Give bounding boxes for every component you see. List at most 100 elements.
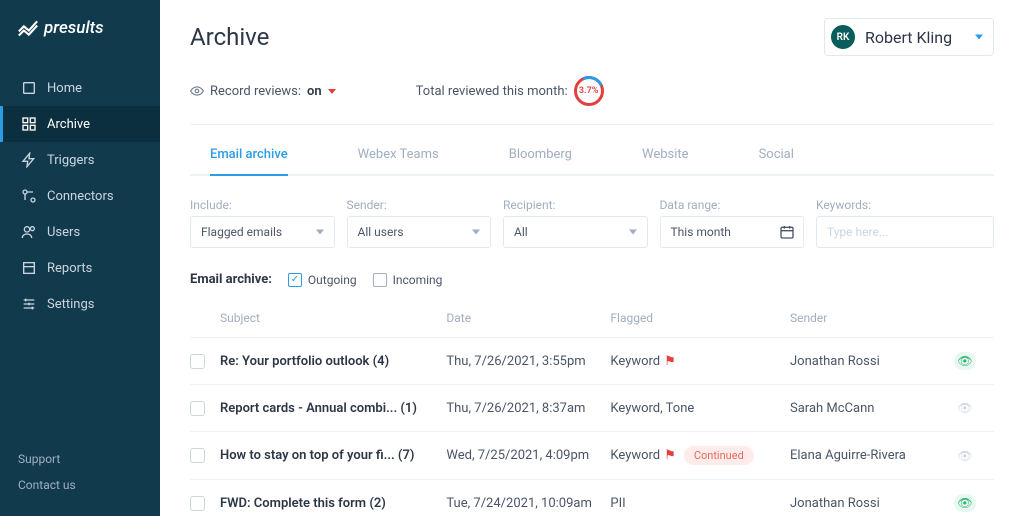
filter-daterange-label: Data range: — [660, 198, 805, 212]
sidebar: presults Home Archive Triggers Connectors Us… — [0, 0, 160, 516]
row-flagged: Keyword⚑ — [610, 354, 782, 369]
sidebar-item-triggers[interactable]: Triggers — [0, 142, 160, 178]
sidebar-item-connectors[interactable]: Connectors — [0, 178, 160, 214]
row-subject: How to stay on top of your fi... (7) — [220, 448, 438, 463]
sidebar-item-label: Home — [47, 81, 82, 96]
brand: presults — [0, 18, 160, 70]
eye-icon — [190, 84, 204, 98]
row-date: Tue, 7/24/2021, 10:09am — [446, 496, 602, 511]
row-sender: Sarah McCann — [790, 401, 946, 416]
user-menu[interactable]: RK Robert Kling — [824, 18, 994, 56]
nav-icon — [21, 296, 37, 312]
sidebar-item-archive[interactable]: Archive — [0, 106, 160, 142]
filter-daterange-select[interactable]: This month — [660, 216, 805, 248]
row-checkbox[interactable] — [190, 401, 205, 416]
nav-icon — [21, 260, 37, 276]
view-icon[interactable]: 👁 — [954, 352, 976, 370]
table-header: Subject Date Flagged Sender — [190, 303, 994, 338]
flag-icon: ⚑ — [664, 448, 676, 463]
sidebar-item-label: Triggers — [47, 153, 94, 168]
nav-icon — [21, 152, 37, 168]
calendar-icon — [779, 224, 795, 240]
row-checkbox[interactable] — [190, 354, 205, 369]
progress-ring: 3.7% — [574, 76, 604, 106]
table-row[interactable]: Re: Your portfolio outlook (4) Thu, 7/26/… — [190, 338, 994, 385]
tab-email-archive[interactable]: Email archive — [210, 147, 288, 176]
tab-bloomberg[interactable]: Bloomberg — [509, 147, 572, 176]
avatar: RK — [831, 25, 855, 49]
sidebar-item-reports[interactable]: Reports — [0, 250, 160, 286]
row-flagged: Keyword⚑Continued — [610, 446, 782, 465]
caret-down-icon — [328, 89, 336, 94]
record-reviews-value: on — [307, 84, 322, 99]
row-date: Thu, 7/26/2021, 8:37am — [446, 401, 602, 416]
topbar: Archive RK Robert Kling — [190, 18, 994, 56]
col-sender: Sender — [790, 311, 946, 325]
archive-direction-header: Email archive: Outgoing Incoming — [190, 272, 994, 287]
checkbox-icon — [373, 273, 387, 287]
total-reviewed: Total reviewed this month: 3.7% — [416, 76, 604, 106]
status-pill: Continued — [684, 446, 754, 465]
page-title: Archive — [190, 23, 269, 51]
row-flagged: Keyword, Tone — [610, 401, 782, 416]
sidebar-item-label: Users — [47, 225, 80, 240]
sidebar-item-settings[interactable]: Settings — [0, 286, 160, 322]
filter-keywords-label: Keywords: — [816, 198, 994, 212]
tab-webex-teams[interactable]: Webex Teams — [358, 147, 439, 176]
col-subject: Subject — [220, 311, 438, 325]
sidebar-item-label: Settings — [47, 297, 94, 312]
user-name: Robert Kling — [865, 28, 952, 47]
sidebar-link-support[interactable]: Support — [18, 446, 142, 472]
total-reviewed-label: Total reviewed this month: — [416, 84, 568, 99]
tabs: Email archive Webex Teams Bloomberg Website… — [190, 147, 994, 176]
outgoing-checkbox[interactable]: Outgoing — [288, 273, 357, 287]
table-row[interactable]: How to stay on top of your fi... (7) Wed,… — [190, 432, 994, 480]
sidebar-link-contact-us[interactable]: Contact us — [18, 472, 142, 498]
view-icon[interactable]: 👁 — [954, 494, 976, 512]
sidebar-item-home[interactable]: Home — [0, 70, 160, 106]
filters: Include: Flagged emails Sender: All user… — [190, 198, 994, 248]
row-sender: Jonathan Rossi — [790, 496, 946, 511]
row-subject: Re: Your portfolio outlook (4) — [220, 354, 438, 369]
tab-website[interactable]: Website — [642, 147, 689, 176]
view-icon[interactable]: 👁 — [954, 447, 976, 465]
record-reviews-toggle[interactable]: Record reviews: on — [190, 84, 336, 99]
nav-icon — [21, 224, 37, 240]
stats-row: Record reviews: on Total reviewed this m… — [190, 76, 994, 125]
col-flagged: Flagged — [610, 311, 782, 325]
flag-icon: ⚑ — [664, 354, 676, 369]
filter-sender-label: Sender: — [347, 198, 492, 212]
brand-logo-icon — [18, 19, 38, 37]
col-date: Date — [446, 311, 602, 325]
main: Archive RK Robert Kling Record reviews: … — [160, 0, 1024, 516]
row-subject: FWD: Complete this form (2) — [220, 496, 438, 511]
sidebar-item-label: Connectors — [47, 189, 114, 204]
sidebar-item-users[interactable]: Users — [0, 214, 160, 250]
email-table: Subject Date Flagged Sender Re: Your por… — [190, 303, 994, 516]
filter-include-label: Include: — [190, 198, 335, 212]
row-date: Wed, 7/25/2021, 4:09pm — [446, 448, 602, 463]
filter-include-select[interactable]: Flagged emails — [190, 216, 335, 248]
row-date: Thu, 7/26/2021, 3:55pm — [446, 354, 602, 369]
progress-value: 3.7% — [579, 86, 598, 96]
view-icon[interactable]: 👁 — [954, 399, 976, 417]
nav-icon — [21, 188, 37, 204]
row-flagged: PII — [610, 496, 782, 511]
filter-recipient-select[interactable]: All — [503, 216, 648, 248]
row-checkbox[interactable] — [190, 496, 205, 511]
table-row[interactable]: FWD: Complete this form (2) Tue, 7/24/202… — [190, 480, 994, 516]
checkbox-icon — [288, 273, 302, 287]
filter-keywords-input[interactable] — [816, 216, 994, 248]
nav-icon — [21, 116, 37, 132]
row-checkbox[interactable] — [190, 448, 205, 463]
brand-name: presults — [44, 18, 104, 38]
row-sender: Elana Aguirre-Rivera — [790, 448, 946, 463]
record-reviews-label: Record reviews: — [210, 84, 301, 99]
sidebar-item-label: Archive — [47, 117, 90, 132]
table-row[interactable]: Report cards - Annual combi... (1)Thu, 7… — [190, 385, 994, 432]
tab-social[interactable]: Social — [759, 147, 794, 176]
row-sender: Jonathan Rossi — [790, 354, 946, 369]
filter-recipient-label: Recipient: — [503, 198, 648, 212]
incoming-checkbox[interactable]: Incoming — [373, 273, 443, 287]
filter-sender-select[interactable]: All users — [347, 216, 492, 248]
